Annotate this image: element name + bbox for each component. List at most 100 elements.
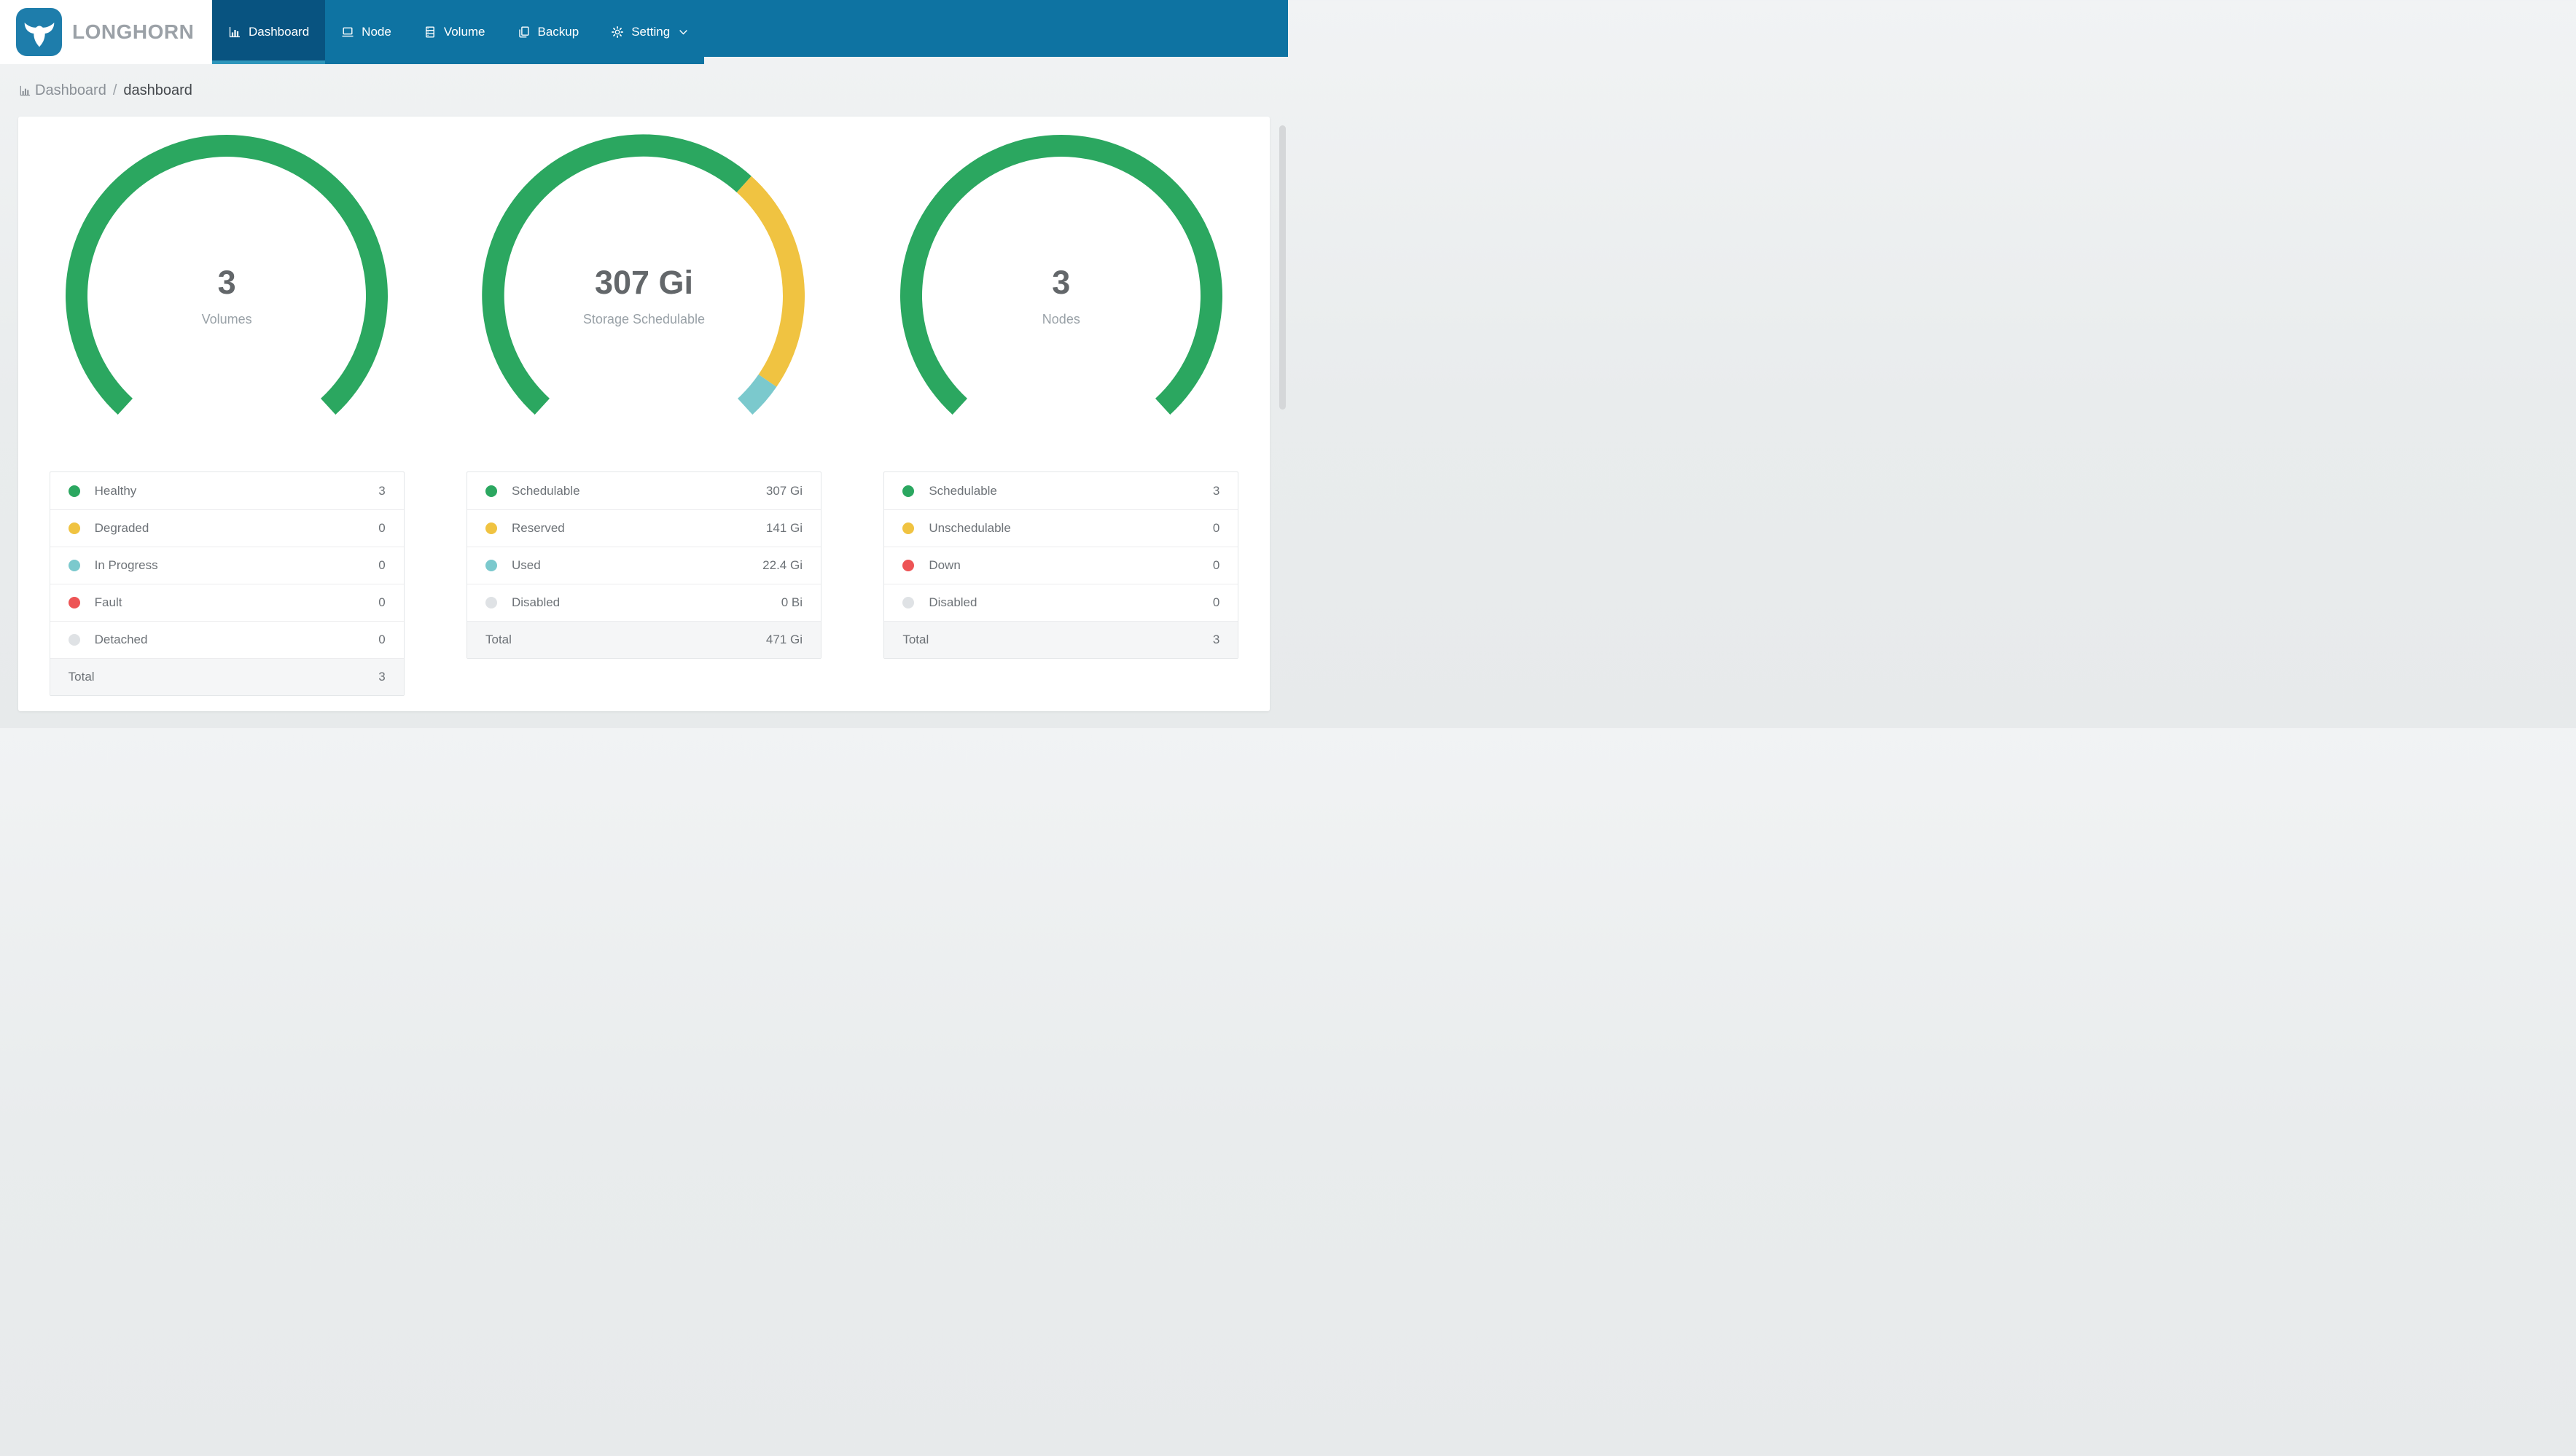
donut-segment-schedulable xyxy=(899,135,1222,415)
legend-color-dot xyxy=(68,485,80,497)
legend-color-dot xyxy=(902,522,915,534)
legend-color-dot xyxy=(902,560,915,571)
legend-total-value: 3 xyxy=(1212,633,1220,646)
legend-value: 307 Gi xyxy=(765,483,803,498)
chart-column: 307 Gi Storage Schedulable Schedulable 30… xyxy=(435,117,852,711)
legend-row: Unschedulable 0 xyxy=(884,509,1238,547)
legend-label: Disabled xyxy=(929,595,977,609)
donut-arc-svg xyxy=(66,135,389,415)
legend-total-label: Total xyxy=(902,633,929,646)
legend-value: 3 xyxy=(378,483,386,498)
nav-tab-volume[interactable]: Volume xyxy=(407,0,501,64)
legend-label: Reserved xyxy=(511,521,565,535)
donut-chart: 3 Volumes xyxy=(64,133,389,458)
legend-label: Schedulable xyxy=(929,483,997,498)
nav-tab-backup[interactable]: Backup xyxy=(501,0,596,64)
donut-chart: 307 Gi Storage Schedulable xyxy=(481,133,806,458)
legend-value: 0 Bi xyxy=(781,595,803,609)
legend-color-dot xyxy=(485,485,497,497)
donut-segment-schedulable xyxy=(482,134,752,415)
laptop-icon xyxy=(341,26,354,39)
legend-row: In Progress 0 xyxy=(50,547,404,584)
legend-label: Degraded xyxy=(94,521,149,535)
legend-row: Used 22.4 Gi xyxy=(467,547,821,584)
donut-segment-reserved xyxy=(737,176,805,387)
legend-value: 141 Gi xyxy=(765,521,803,535)
logo-text: LONGHORN xyxy=(72,20,195,43)
database-icon xyxy=(424,26,437,39)
legend-row: Disabled 0 xyxy=(884,584,1238,621)
legend-color-dot xyxy=(485,522,497,534)
nav-tab-setting[interactable]: Setting xyxy=(595,0,705,64)
nav-tab-dashboard[interactable]: Dashboard xyxy=(212,0,326,64)
longhorn-bull-logo-icon xyxy=(16,8,62,56)
legend-row: Detached 0 xyxy=(50,621,404,658)
vertical-scrollbar-thumb[interactable] xyxy=(1279,125,1286,410)
nav-tab-label: Dashboard xyxy=(249,25,310,39)
legend-row: Reserved 141 Gi xyxy=(467,509,821,547)
legend-label: In Progress xyxy=(94,558,158,572)
legend-color-dot xyxy=(68,634,80,646)
legend-total-row: Total 3 xyxy=(884,621,1238,658)
legend-value: 0 xyxy=(378,633,386,646)
legend-color-dot xyxy=(68,522,80,534)
donut-chart: 3 Nodes xyxy=(899,133,1224,458)
legend-value: 22.4 Gi xyxy=(762,558,803,572)
donut-arc-svg xyxy=(482,134,805,415)
legend-table: Healthy 3 Degraded 0 In Progress 0 Fault 0 Detac… xyxy=(49,471,405,696)
active-tab-underline xyxy=(212,60,326,64)
nav-tab-node[interactable]: Node xyxy=(325,0,407,64)
legend-color-dot xyxy=(485,560,497,571)
legend-total-row: Total 471 Gi xyxy=(467,621,821,658)
legend-label: Schedulable xyxy=(511,483,580,498)
breadcrumb-root-link[interactable]: Dashboard xyxy=(19,82,106,99)
legend-value: 0 xyxy=(1212,595,1220,609)
nav-tab-label: Setting xyxy=(631,25,671,39)
nav-tab-label: Volume xyxy=(443,25,485,39)
legend-label: Disabled xyxy=(511,595,561,609)
legend-label: Down xyxy=(929,558,961,572)
legend-row: Fault 0 xyxy=(50,584,404,621)
nav-tab-label: Node xyxy=(362,25,391,39)
legend-row: Disabled 0 Bi xyxy=(467,584,821,621)
legend-color-dot xyxy=(68,560,80,571)
app-header: LONGHORN Dashboard Node Volume Backup Settin… xyxy=(0,0,1288,64)
bar-chart-icon xyxy=(19,85,31,97)
logo[interactable]: LONGHORN xyxy=(0,0,212,64)
donut-arc-svg xyxy=(899,135,1222,415)
legend-table: Schedulable 3 Unschedulable 0 Down 0 Disabled 0… xyxy=(883,471,1239,659)
chart-column: 3 Volumes Healthy 3 Degraded 0 In Progress 0 F… xyxy=(18,117,435,711)
legend-label: Healthy xyxy=(94,483,137,498)
dashboard-card: 3 Volumes Healthy 3 Degraded 0 In Progress 0 F… xyxy=(18,117,1270,711)
legend-value: 0 xyxy=(1212,558,1220,572)
legend-color-dot xyxy=(485,597,497,608)
copy-icon xyxy=(518,26,531,39)
main-nav: Dashboard Node Volume Backup Setting xyxy=(212,0,705,64)
legend-total-row: Total 3 xyxy=(50,658,404,695)
legend-value: 0 xyxy=(378,521,386,535)
legend-total-value: 3 xyxy=(378,670,386,684)
breadcrumb: Dashboard / dashboard xyxy=(0,64,1288,117)
nav-tab-label: Backup xyxy=(537,25,579,39)
gear-icon xyxy=(611,26,624,39)
legend-value: 0 xyxy=(1212,521,1220,535)
legend-value: 3 xyxy=(1212,483,1220,498)
bar-chart-icon xyxy=(228,26,241,39)
legend-row: Schedulable 3 xyxy=(884,472,1238,509)
legend-total-value: 471 Gi xyxy=(765,633,803,646)
chart-column: 3 Nodes Schedulable 3 Unschedulable 0 Down 0 D… xyxy=(853,117,1270,711)
legend-row: Schedulable 307 Gi xyxy=(467,472,821,509)
chevron-down-icon xyxy=(679,29,688,36)
legend-label: Unschedulable xyxy=(929,521,1011,535)
donut-segment-healthy xyxy=(66,135,389,415)
legend-total-label: Total xyxy=(68,670,95,684)
legend-total-label: Total xyxy=(485,633,512,646)
legend-label: Used xyxy=(511,558,541,572)
legend-table: Schedulable 307 Gi Reserved 141 Gi Used 22.4 … xyxy=(466,471,821,659)
legend-label: Detached xyxy=(94,633,148,646)
legend-row: Down 0 xyxy=(884,547,1238,584)
legend-row: Degraded 0 xyxy=(50,509,404,547)
breadcrumb-separator: / xyxy=(112,82,117,98)
legend-color-dot xyxy=(902,485,915,497)
breadcrumb-root-label: Dashboard xyxy=(35,82,106,98)
